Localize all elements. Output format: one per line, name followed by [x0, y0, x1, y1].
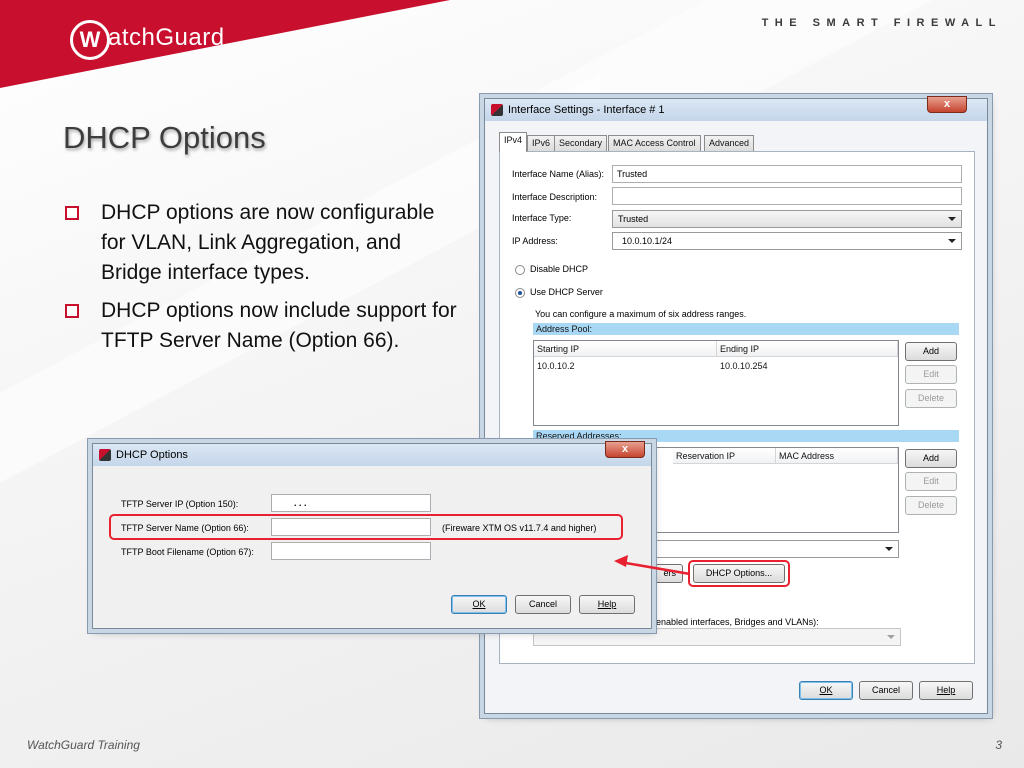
interface-description-field[interactable]	[612, 187, 962, 205]
reserved-delete-button[interactable]: Delete	[905, 496, 957, 515]
interface-name-label: Interface Name (Alias):	[512, 169, 605, 179]
watchguard-logo-icon: W	[70, 20, 110, 60]
pool-edit-button[interactable]: Edit	[905, 365, 957, 384]
table-cell[interactable]: 10.0.10.2	[537, 361, 575, 371]
window-titlebar: Interface Settings - Interface # 1	[485, 99, 987, 121]
pool-add-button[interactable]: Add	[905, 342, 957, 361]
logo-banner	[0, 0, 450, 88]
close-button[interactable]: x	[605, 441, 645, 458]
bullet-box-icon	[65, 304, 79, 318]
dialog-titlebar: DHCP Options	[93, 444, 651, 466]
chevron-down-icon	[887, 635, 895, 639]
page-number: 3	[995, 738, 1002, 752]
tab-advanced[interactable]: Advanced	[704, 135, 755, 151]
tab-ipv4[interactable]: IPv4	[499, 132, 528, 152]
reserved-addresses-header: Reserved Addresses:	[533, 430, 959, 442]
tab-ipv6[interactable]: IPv6	[527, 135, 556, 151]
reserved-add-button[interactable]: Add	[905, 449, 957, 468]
close-button[interactable]: x	[927, 96, 967, 113]
help-button[interactable]: Help	[579, 595, 635, 614]
address-range-note: You can configure a maximum of six addre…	[535, 309, 747, 319]
ip-address-select[interactable]: 10.0.10.1/24	[612, 232, 962, 250]
address-pool-table: Starting IP Ending IP 10.0.10.2 10.0.10.…	[533, 340, 899, 426]
interface-description-label: Interface Description:	[512, 192, 598, 202]
bullet-item: DHCP options now include support for TFT…	[63, 296, 463, 356]
dhcp-options-dialog: DHCP Options x TFTP Server IP (Option 15…	[92, 441, 652, 629]
reserved-edit-button[interactable]: Edit	[905, 472, 957, 491]
tftp-server-ip-label: TFTP Server IP (Option 150):	[121, 499, 239, 509]
tftp-server-ip-field[interactable]: . . .	[271, 494, 431, 512]
dhcp-options-highlight	[688, 560, 790, 587]
column-header[interactable]: Starting IP	[534, 341, 717, 357]
bullet-text: DHCP options are now configurable for VL…	[101, 201, 435, 284]
boot-filename-field[interactable]	[271, 542, 431, 560]
tftp-server-name-highlight	[109, 514, 623, 540]
disabled-select[interactable]	[533, 628, 901, 646]
ip-address-label: IP Address:	[512, 236, 558, 246]
interface-type-value: Trusted	[618, 214, 649, 224]
partial-interfaces-text: y enabled interfaces, Bridges and VLANs)…	[649, 617, 819, 627]
pool-delete-button[interactable]: Delete	[905, 389, 957, 408]
chevron-down-icon	[948, 239, 956, 243]
ok-button[interactable]: OK	[799, 681, 853, 700]
column-header[interactable]: Reservation IP	[673, 448, 776, 464]
disable-dhcp-radio[interactable]	[515, 265, 525, 275]
interface-name-field[interactable]: Trusted	[612, 165, 962, 183]
app-icon	[491, 104, 503, 116]
cancel-button[interactable]: Cancel	[859, 681, 913, 700]
ok-button[interactable]: OK	[451, 595, 507, 614]
bullet-item: DHCP options are now configurable for VL…	[63, 198, 463, 288]
pointer-arrow-icon	[614, 555, 691, 576]
tagline: THE SMART FIREWALL	[761, 17, 1002, 29]
ip-address-value: 10.0.10.1/24	[622, 236, 673, 246]
bullet-text: DHCP options now include support for TFT…	[101, 299, 457, 352]
boot-filename-label: TFTP Boot Filename (Option 67):	[121, 547, 254, 557]
address-pool-header: Address Pool:	[533, 323, 959, 335]
window-title: Interface Settings - Interface # 1	[508, 104, 665, 116]
chevron-down-icon	[948, 217, 956, 221]
slide-title: DHCP Options	[63, 120, 266, 155]
column-header[interactable]: MAC Address	[776, 448, 898, 464]
column-header[interactable]: Ending IP	[717, 341, 898, 357]
interface-type-select[interactable]: Trusted	[612, 210, 962, 228]
disable-dhcp-label: Disable DHCP	[530, 264, 589, 274]
brand-name: atchGuard	[108, 24, 225, 51]
tab-secondary[interactable]: Secondary	[554, 135, 608, 151]
use-dhcp-server-radio[interactable]	[515, 288, 525, 298]
footer-label: WatchGuard Training	[27, 738, 140, 752]
help-button[interactable]: Help	[919, 681, 973, 700]
dialog-title: DHCP Options	[116, 449, 188, 461]
app-icon	[99, 449, 111, 461]
use-dhcp-server-label: Use DHCP Server	[530, 287, 603, 297]
bullet-box-icon	[65, 206, 79, 220]
table-cell[interactable]: 10.0.10.254	[720, 361, 768, 371]
chevron-down-icon	[885, 547, 893, 551]
cancel-button[interactable]: Cancel	[515, 595, 571, 614]
tab-mac-access-control[interactable]: MAC Access Control	[608, 135, 701, 151]
bullet-list: DHCP options are now configurable for VL…	[63, 198, 463, 364]
interface-type-label: Interface Type:	[512, 213, 572, 223]
